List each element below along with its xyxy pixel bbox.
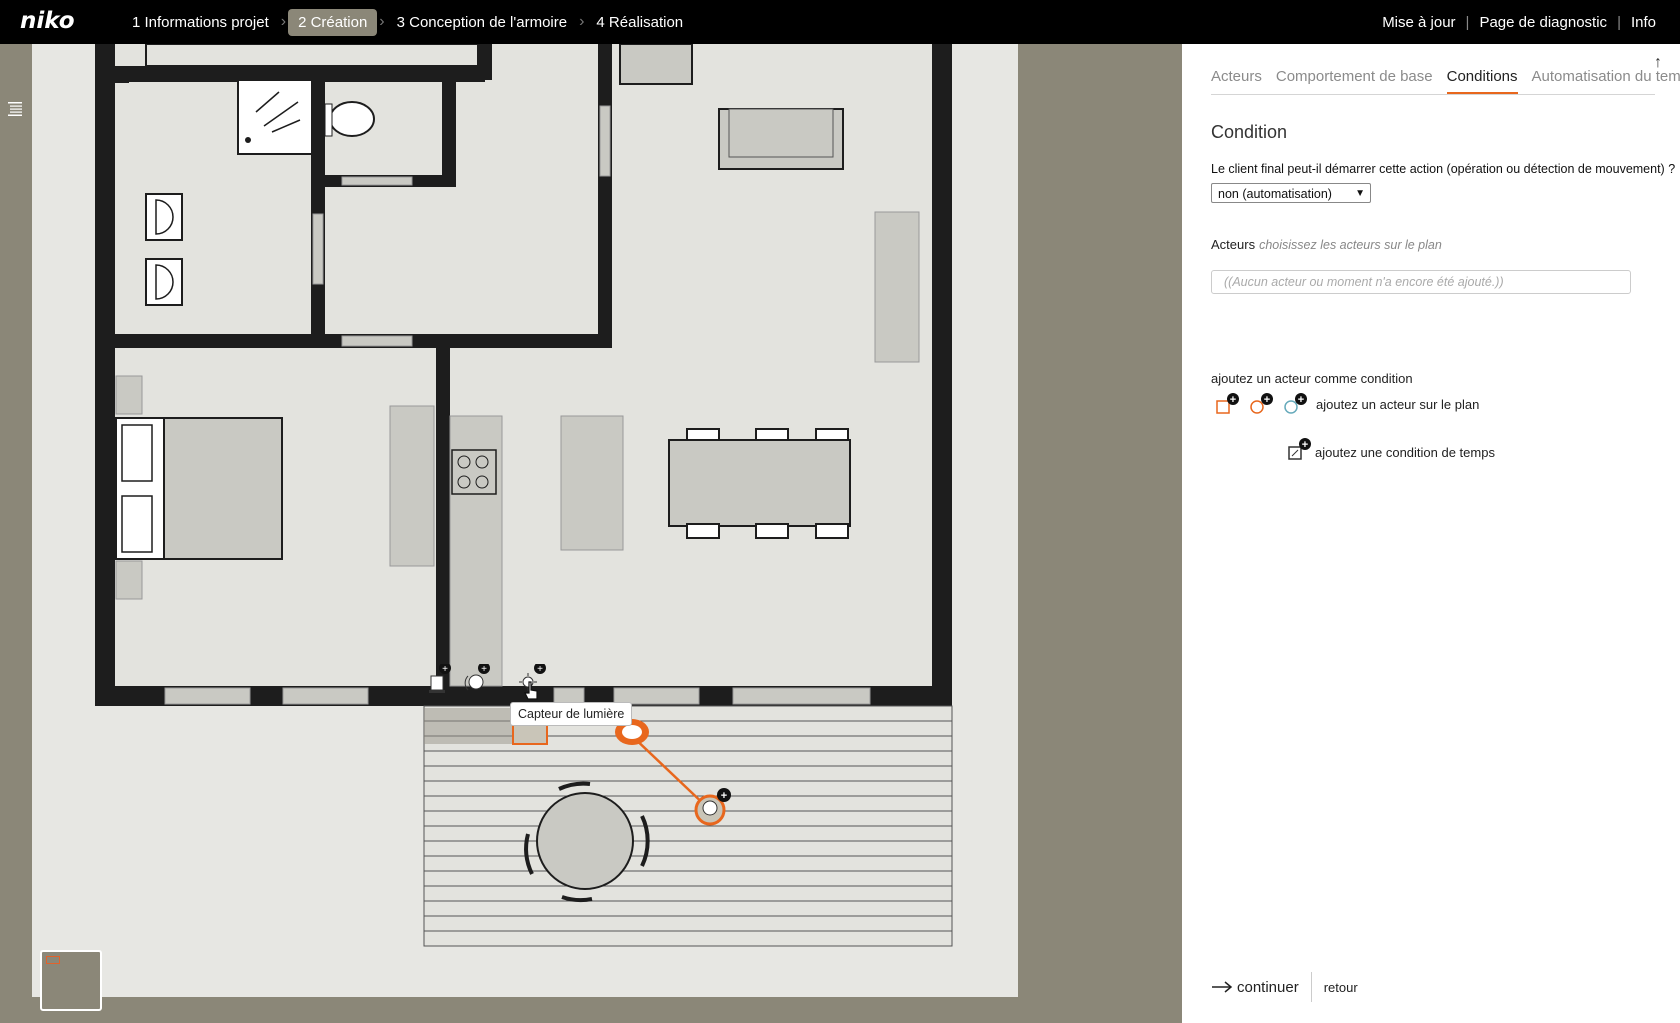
minimap[interactable] <box>40 950 102 1011</box>
add-pushbutton-icon[interactable]: + <box>1211 393 1241 421</box>
tooltip-text: Capteur de lumière <box>518 707 625 721</box>
list-menu-icon[interactable] <box>8 101 22 117</box>
wall-right <box>932 44 952 706</box>
tab-conditions[interactable]: Conditions <box>1446 66 1518 94</box>
plan-margin <box>1018 44 1182 1023</box>
section-title: Condition <box>1211 122 1288 142</box>
device-button-push[interactable]: + <box>424 662 452 700</box>
actors-list-field[interactable]: ((Aucun acteur ou moment n'a encore été … <box>1211 270 1631 294</box>
actors-label-row: Acteurs choisissez les acteurs sur le pla… <box>1211 237 1442 252</box>
actors-label: Acteurs <box>1211 237 1256 252</box>
wall-left <box>95 44 115 704</box>
step-project-info[interactable]: 1 Informations projet <box>122 9 279 36</box>
diagnostic-link[interactable]: Page de diagnostic <box>1469 14 1617 31</box>
panel-tabs: Acteurs Comportement de base Conditions … <box>1211 66 1680 95</box>
svg-text:+: + <box>721 790 727 802</box>
device-tooltip: Capteur de lumière <box>510 702 633 726</box>
tab-comportement[interactable]: Comportement de base <box>1276 66 1433 94</box>
top-bar: niko 1 Informations projet › 2 Création … <box>0 0 1680 44</box>
svg-text:+: + <box>481 664 487 675</box>
update-link[interactable]: Mise à jour <box>1372 14 1465 31</box>
arrow-up-icon[interactable]: ↑ <box>1654 54 1662 72</box>
start-action-question: Le client final peut-il démarrer cette a… <box>1211 162 1676 176</box>
add-time-label[interactable]: ajoutez une condition de temps <box>1315 445 1495 460</box>
svg-text:+: + <box>1298 394 1304 406</box>
add-actor-label[interactable]: ajoutez un acteur sur le plan <box>1316 397 1479 412</box>
floor-plan-canvas[interactable]: ! + + + + Capteur de lumière <box>32 44 1018 997</box>
niko-logo: niko <box>20 8 75 34</box>
info-link[interactable]: Info <box>1621 14 1666 31</box>
properties-panel: Acteurs Comportement de base Conditions … <box>1182 44 1680 1023</box>
step-creation[interactable]: 2 Création <box>288 8 378 36</box>
tab-acteurs[interactable]: Acteurs <box>1211 66 1262 94</box>
add-light-sensor-icon[interactable]: + <box>1279 393 1309 421</box>
add-motion-sensor-icon[interactable]: + <box>1245 393 1275 421</box>
device-button-motion[interactable]: + <box>464 662 492 700</box>
actors-hint: choisissez les acteurs sur le plan <box>1259 238 1442 252</box>
svg-text:+: + <box>1302 439 1308 451</box>
select-value: non (automatisation) <box>1218 187 1332 201</box>
top-links: Mise à jour | Page de diagnostic | Info <box>1372 0 1666 44</box>
svg-text:+: + <box>1230 394 1236 406</box>
chevron-right-icon: › <box>579 13 585 30</box>
step-breadcrumb: 1 Informations projet › 2 Création › 3 C… <box>122 0 693 44</box>
floor-plan: ! + <box>95 44 953 947</box>
start-action-select[interactable]: non (automatisation) ▼ <box>1211 183 1371 203</box>
pushbutton-icon: + <box>429 662 451 693</box>
add-time-condition-icon[interactable]: + <box>1285 438 1315 466</box>
panel-footer: continuer retour <box>1211 972 1358 1002</box>
svg-text:+: + <box>1264 394 1270 406</box>
arrow-right-icon <box>1212 981 1233 993</box>
chevron-right-icon: › <box>379 13 385 30</box>
actors-empty-text: ((Aucun acteur ou moment n'a encore été … <box>1224 275 1504 289</box>
continue-label: continuer <box>1237 978 1299 996</box>
minimap-viewport <box>46 956 60 964</box>
divider <box>1310 972 1312 1002</box>
caret-down-icon: ▼ <box>1355 188 1365 199</box>
step-cabinet-design[interactable]: 3 Conception de l'armoire <box>387 9 577 36</box>
hand-cursor-icon <box>524 681 538 700</box>
back-button[interactable]: retour <box>1324 980 1358 995</box>
continue-button[interactable]: continuer <box>1211 979 1299 996</box>
svg-text:+: + <box>442 664 448 675</box>
add-condition-title: ajoutez un acteur comme condition <box>1211 371 1413 386</box>
left-sidebar <box>0 44 32 1023</box>
svg-text:+: + <box>537 664 543 675</box>
chevron-right-icon: › <box>280 13 287 30</box>
step-realisation[interactable]: 4 Réalisation <box>586 9 693 36</box>
motion-sensor-icon: + <box>464 662 490 691</box>
